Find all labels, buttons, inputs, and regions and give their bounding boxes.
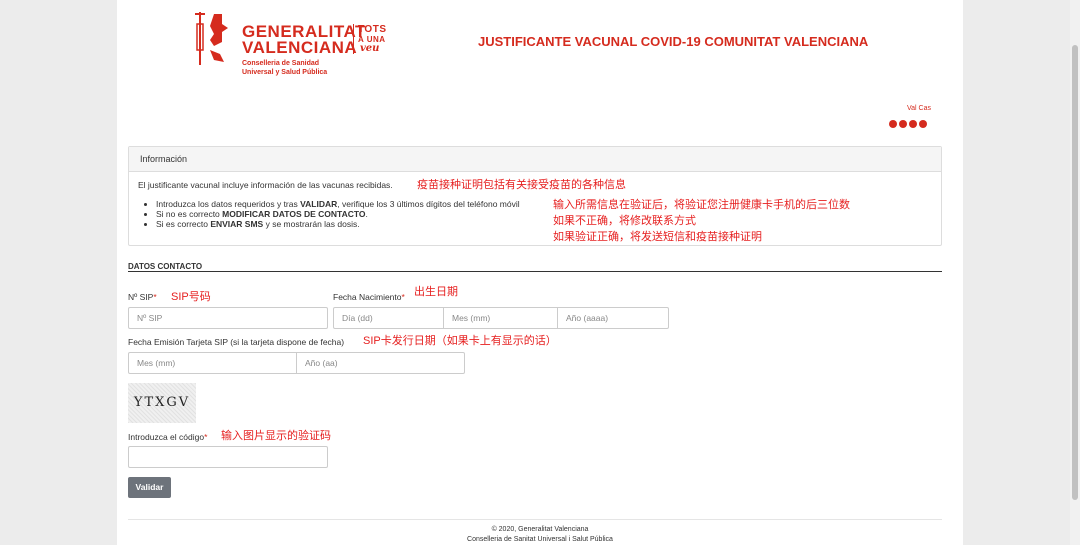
annotation-steps-1: 输入所需信息在验证后，将验证您注册健康卡手机的后三位数: [553, 199, 850, 211]
youtube-icon[interactable]: [899, 120, 907, 128]
birth-label: Fecha Nacimiento*: [333, 292, 405, 302]
info-step-text: .: [365, 209, 368, 219]
card-month-input[interactable]: Mes (mm): [128, 352, 297, 374]
page-container: GENERALITAT VALENCIANA TOTS A UNA veu Co…: [117, 0, 963, 545]
info-step-text: Introduzca los datos requeridos y tras: [156, 199, 301, 209]
generalitat-logo[interactable]: GENERALITAT VALENCIANA TOTS A UNA veu Co…: [192, 10, 402, 80]
logo-divider: [353, 24, 354, 54]
required-mark: *: [401, 292, 405, 302]
annotation-card: SIP卡发行日期（如果卡上有显示的话）: [363, 335, 557, 347]
section-title: DATOS CONTACTO: [128, 262, 203, 271]
birth-month-input[interactable]: Mes (mm): [443, 307, 558, 329]
page-title: JUSTIFICANTE VACUNAL COVID-19 COMUNITAT …: [478, 34, 869, 49]
annotation-intro: 疫苗接种证明包括有关接受疫苗的各种信息: [417, 179, 626, 191]
annotation-steps-2: 如果不正确，将修改联系方式: [553, 215, 696, 227]
code-input[interactable]: [128, 446, 328, 468]
info-step-text: y se mostrarán las dosis.: [263, 219, 360, 229]
validate-button[interactable]: Validar: [128, 477, 171, 498]
info-panel-header: Información: [129, 147, 941, 172]
footer-divider: [128, 519, 942, 520]
required-mark: *: [153, 292, 157, 302]
info-step-text: Si es correcto: [156, 219, 211, 229]
birth-label-text: Fecha Nacimiento: [333, 292, 402, 302]
captcha-image: YTXGV: [128, 383, 196, 423]
info-step: Introduzca los datos requeridos y tras V…: [156, 199, 520, 209]
vertical-scrollbar[interactable]: [1070, 0, 1080, 545]
logo-sub-1: Conselleria de Sanidad: [242, 60, 320, 67]
birth-year-input[interactable]: Año (aaaa): [557, 307, 669, 329]
card-year-input[interactable]: Año (aa): [296, 352, 465, 374]
info-step-bold: MODIFICAR DATOS DE CONTACTO: [222, 209, 366, 219]
info-step: Si no es correcto MODIFICAR DATOS DE CON…: [156, 209, 520, 219]
facebook-icon[interactable]: [909, 120, 917, 128]
section-divider: [128, 271, 942, 272]
info-intro: El justificante vacunal incluye informac…: [138, 180, 393, 190]
info-step-text: Si no es correcto: [156, 209, 223, 219]
info-steps-list: Introduzca los datos requeridos y tras V…: [145, 199, 520, 229]
footer-department: Conselleria de Sanitat Universal i Salut…: [467, 536, 613, 543]
twitter-icon[interactable]: [889, 120, 897, 128]
footer-copyright: © 2020, Generalitat Valenciana: [491, 526, 589, 533]
info-step-bold: VALIDAR: [300, 199, 338, 209]
sip-label: Nº SIP*: [128, 292, 157, 302]
logo-line-2: VALENCIANA: [242, 38, 358, 57]
birth-day-input[interactable]: Día (dd): [333, 307, 444, 329]
card-date-label: Fecha Emisión Tarjeta SIP (si la tarjeta…: [128, 337, 345, 347]
logo-veu: veu: [360, 43, 380, 54]
flickr-icon[interactable]: [919, 120, 927, 128]
language-switch[interactable]: Val Cas: [907, 105, 931, 112]
annotation-steps-3: 如果验证正确，将发送短信和疫苗接种证明: [553, 231, 762, 243]
info-step: Si es correcto ENVIAR SMS y se mostrarán…: [156, 219, 520, 229]
annotation-sip: SIP号码: [171, 291, 211, 303]
logo-sub-2: Universal y Salud Pública: [242, 69, 328, 76]
annotation-birth: 出生日期: [414, 286, 458, 298]
sip-input[interactable]: Nº SIP: [128, 307, 328, 329]
logo-tots: TOTS: [358, 24, 387, 35]
code-label: Introduzca el código*: [128, 432, 207, 442]
social-links: [889, 120, 927, 128]
code-label-text: Introduzca el código: [128, 432, 205, 442]
info-step-text: , verifique los 3 últimos dígitos del te…: [337, 199, 520, 209]
syringe-logo-icon: [195, 12, 228, 65]
annotation-code: 输入图片显示的验证码: [221, 430, 331, 442]
required-mark: *: [204, 432, 208, 442]
scrollbar-thumb[interactable]: [1072, 45, 1078, 500]
sip-label-text: Nº SIP: [128, 292, 154, 302]
info-step-bold: ENVIAR SMS: [210, 219, 264, 229]
